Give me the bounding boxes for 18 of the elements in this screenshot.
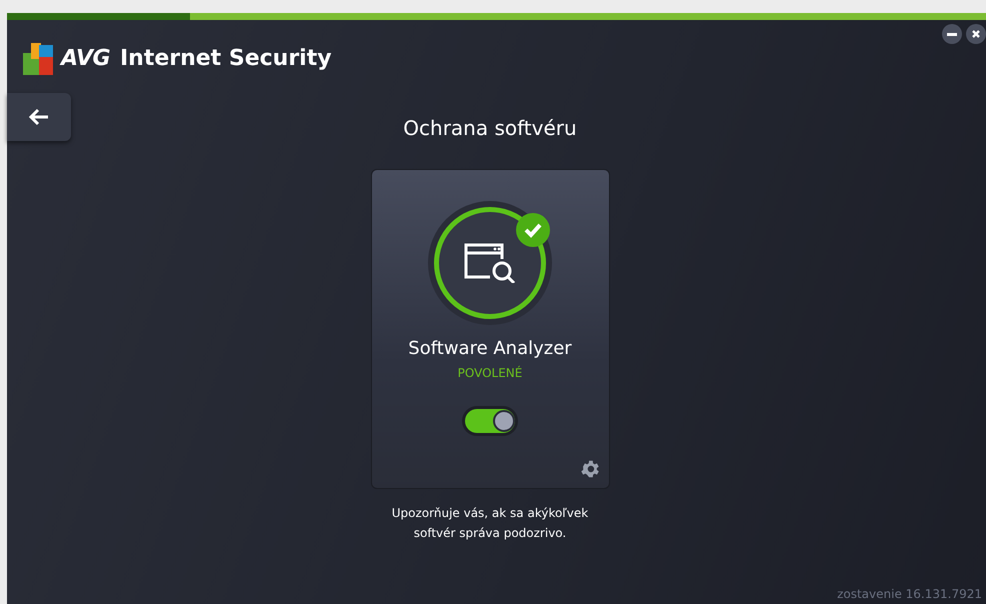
feature-description: Upozorňuje vás, ak sa akýkoľvek softvér správa podozrivo. [390, 505, 590, 542]
close-icon [971, 29, 981, 39]
minimize-button[interactable] [942, 24, 962, 44]
close-button[interactable] [966, 24, 986, 44]
check-icon [516, 213, 550, 247]
build-version: zostavenie 16.131.7921 [837, 586, 982, 603]
status-label: POVOLENÉ [458, 364, 522, 382]
app-title: Internet Security [120, 45, 332, 73]
brand-name: AVG [61, 45, 110, 73]
back-button[interactable] [7, 93, 71, 141]
toggle-switch[interactable] [462, 406, 518, 436]
feature-name: Software Analyzer [408, 337, 572, 361]
back-arrow-icon [28, 108, 50, 126]
logo-icon [23, 42, 55, 74]
window-search-icon [464, 243, 516, 283]
settings-icon[interactable] [578, 458, 600, 480]
minus-icon [947, 32, 957, 36]
page-title: Ochrana softvéru [403, 115, 577, 142]
